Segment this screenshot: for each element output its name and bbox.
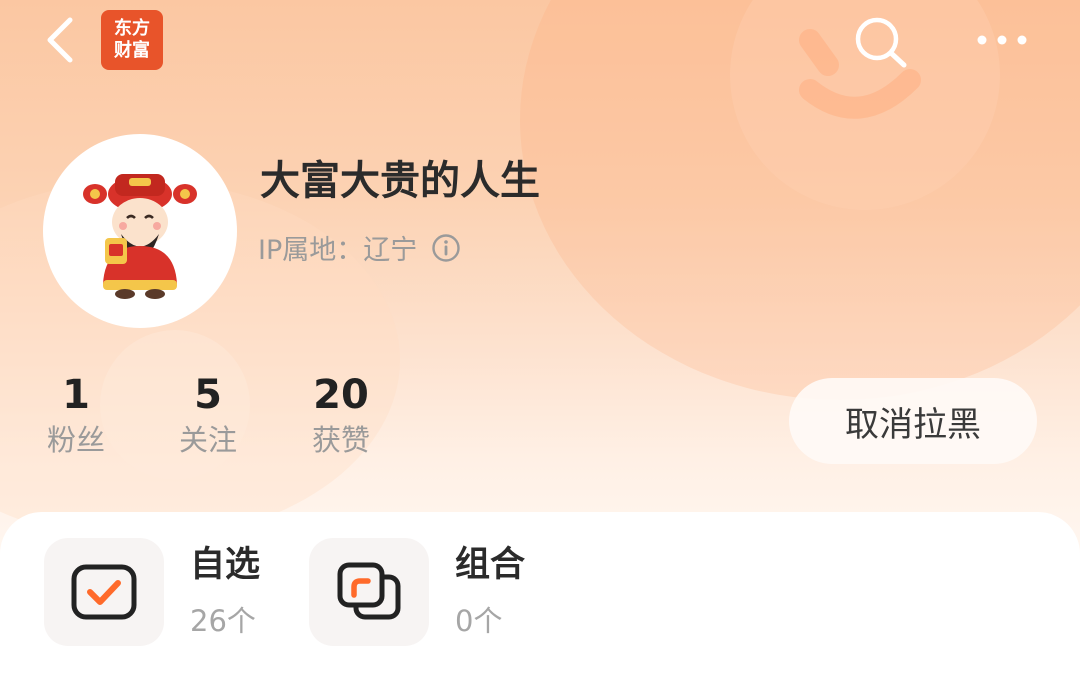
stat-label: 获赞 xyxy=(311,423,370,457)
stat-value: 20 xyxy=(313,372,369,418)
avatar[interactable] xyxy=(43,134,237,328)
info-icon[interactable] xyxy=(431,233,461,263)
avatar-image xyxy=(83,174,197,299)
portfolio-icon xyxy=(337,562,401,620)
ip-location-row: IP属地：辽宁 xyxy=(258,228,461,267)
more-icon[interactable] xyxy=(972,28,1032,52)
feature-count: 0个 xyxy=(455,604,503,638)
checkbox-icon xyxy=(71,564,137,620)
stat-following[interactable]: 5 关注 xyxy=(148,370,268,460)
unblock-button[interactable]: 取消拉黑 xyxy=(789,378,1037,464)
app-logo[interactable]: 东方 财富 xyxy=(101,10,163,70)
stat-label: 粉丝 xyxy=(46,423,105,457)
top-bar: 东方 财富 xyxy=(0,0,1080,80)
stat-likes[interactable]: 20 获赞 xyxy=(281,370,401,460)
back-icon[interactable] xyxy=(40,14,80,66)
feature-portfolio[interactable]: 组合 0个 xyxy=(309,538,525,646)
feature-title: 自选 xyxy=(190,545,261,585)
username: 大富大贵的人生 xyxy=(260,158,540,204)
logo-text-line1: 东方 xyxy=(114,18,150,39)
search-icon[interactable] xyxy=(850,14,910,70)
watchlist-icon-box xyxy=(44,538,164,646)
stat-followers[interactable]: 1 粉丝 xyxy=(16,370,136,460)
stat-value: 5 xyxy=(194,372,222,418)
stat-value: 1 xyxy=(62,372,90,418)
stat-label: 关注 xyxy=(178,423,237,457)
portfolio-icon-box xyxy=(309,538,429,646)
feature-count: 26个 xyxy=(190,604,256,638)
ip-location-text: IP属地：辽宁 xyxy=(258,235,418,266)
logo-text-line2: 财富 xyxy=(114,40,150,61)
feature-watchlist[interactable]: 自选 26个 xyxy=(44,538,260,646)
feature-title: 组合 xyxy=(455,545,526,585)
